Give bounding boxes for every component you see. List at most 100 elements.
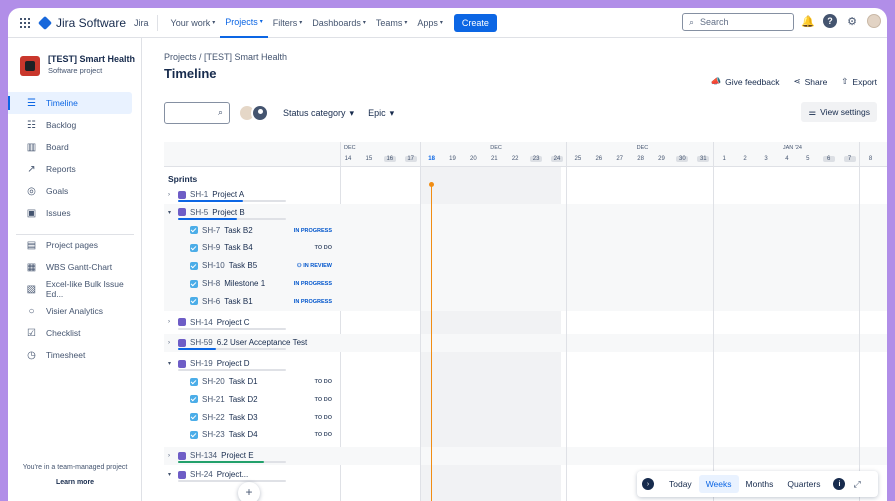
task-row[interactable]: SH-23 Task D4 TO DO bbox=[164, 426, 887, 444]
share-button[interactable]: ⋖ Share bbox=[793, 76, 827, 87]
chevron-down-icon[interactable]: ▾ bbox=[168, 360, 174, 367]
issue-key[interactable]: SH-6 bbox=[202, 297, 220, 306]
sidebar-item-visier-analytics[interactable]: ○ Visier Analytics bbox=[8, 300, 142, 322]
chevron-right-icon[interactable]: › bbox=[168, 319, 174, 325]
zoom-months-button[interactable]: Months bbox=[739, 475, 781, 493]
view-settings-button[interactable]: ⚌ View settings bbox=[801, 102, 877, 122]
issue-name[interactable]: Task B5 bbox=[229, 261, 257, 270]
issue-key[interactable]: SH-1 bbox=[190, 190, 208, 199]
give-feedback-button[interactable]: 📣 Give feedback bbox=[711, 76, 780, 87]
issue-key[interactable]: SH-20 bbox=[202, 377, 225, 386]
chevron-right-icon[interactable]: › bbox=[168, 192, 174, 198]
issue-name[interactable]: Project C bbox=[217, 318, 250, 327]
chevron-right-icon[interactable]: › bbox=[168, 340, 174, 346]
chevron-down-icon[interactable]: ▾ bbox=[168, 471, 174, 478]
user-avatar[interactable] bbox=[867, 14, 881, 28]
zoom-today-button[interactable]: Today bbox=[662, 475, 699, 493]
issue-name[interactable]: Project A bbox=[212, 190, 244, 199]
epic-filter[interactable]: Epic ▾ bbox=[368, 108, 394, 119]
create-button[interactable]: Create bbox=[453, 13, 497, 32]
sidebar-item-issues[interactable]: ▣ Issues bbox=[8, 202, 142, 224]
sidebar-item-board[interactable]: ▥ Board bbox=[8, 136, 142, 158]
jira-logo[interactable]: Jira Software Jira bbox=[37, 15, 149, 30]
task-row[interactable]: SH-20 Task D1 TO DO bbox=[164, 373, 887, 391]
learn-more-link[interactable]: Learn more bbox=[8, 479, 142, 486]
add-item-button[interactable]: + bbox=[238, 482, 260, 501]
app-switcher-icon[interactable] bbox=[20, 17, 30, 28]
sidebar-item-excel-like-bulk-issue-ed[interactable]: ▧ Excel-like Bulk Issue Ed... bbox=[8, 278, 142, 300]
issue-name[interactable]: Task D3 bbox=[229, 413, 258, 422]
task-row[interactable]: SH-6 Task B1 IN PROGRESS bbox=[164, 292, 887, 311]
avatar[interactable] bbox=[251, 104, 269, 122]
nav-apps[interactable]: Apps ▾ bbox=[412, 8, 448, 38]
issue-key[interactable]: SH-21 bbox=[202, 395, 225, 404]
zoom-quarters-button[interactable]: Quarters bbox=[780, 475, 827, 493]
status-category-filter[interactable]: Status category ▾ bbox=[283, 108, 354, 119]
issue-key[interactable]: SH-10 bbox=[202, 261, 225, 270]
task-row[interactable]: SH-10 Task B5 ⚇ IN REVIEW bbox=[164, 257, 887, 276]
issue-name[interactable]: Task B1 bbox=[224, 297, 252, 306]
nav-teams[interactable]: Teams ▾ bbox=[371, 8, 413, 38]
nav-filters[interactable]: Filters ▾ bbox=[268, 8, 308, 38]
chevron-down-icon[interactable]: ▾ bbox=[168, 209, 174, 216]
epic-row[interactable]: ▾ SH-19 Project D bbox=[164, 355, 887, 373]
nav-your-work[interactable]: Your work ▾ bbox=[166, 8, 221, 38]
project-header[interactable]: [TEST] Smart Health Software project bbox=[20, 54, 135, 76]
sidebar-item-project-pages[interactable]: ▤ Project pages bbox=[8, 234, 142, 256]
issue-name[interactable]: Task D2 bbox=[229, 395, 258, 404]
navigate-icon[interactable]: › bbox=[642, 478, 654, 490]
chevron-right-icon[interactable]: › bbox=[168, 453, 174, 459]
search-input[interactable]: ⌕ Search bbox=[682, 13, 794, 31]
issue-key[interactable]: SH-23 bbox=[202, 430, 225, 439]
issue-key[interactable]: SH-24 bbox=[190, 470, 213, 479]
issue-key[interactable]: SH-22 bbox=[202, 413, 225, 422]
issue-key[interactable]: SH-5 bbox=[190, 208, 208, 217]
sidebar-item-backlog[interactable]: ☷ Backlog bbox=[8, 114, 142, 136]
sidebar-item-goals[interactable]: ◎ Goals bbox=[8, 180, 142, 202]
issue-name[interactable]: Project... bbox=[217, 470, 249, 479]
nav-dashboards[interactable]: Dashboards ▾ bbox=[307, 8, 371, 38]
notifications-icon[interactable]: 🔔 bbox=[801, 14, 815, 28]
sidebar-item-wbs-gantt-chart[interactable]: ▦ WBS Gantt-Chart bbox=[8, 256, 142, 278]
task-row[interactable]: SH-7 Task B2 IN PROGRESS bbox=[164, 221, 887, 240]
info-icon[interactable]: i bbox=[833, 478, 846, 490]
issue-key[interactable]: SH-134 bbox=[190, 451, 217, 460]
sidebar-item-timesheet[interactable]: ◷ Timesheet bbox=[8, 344, 142, 366]
issue-name[interactable]: Project B bbox=[212, 208, 244, 217]
issue-key[interactable]: SH-19 bbox=[190, 359, 213, 368]
epic-row[interactable]: › SH-14 Project C bbox=[164, 314, 887, 332]
epic-row[interactable]: › SH-1 Project A bbox=[164, 186, 887, 204]
issue-key[interactable]: SH-9 bbox=[202, 243, 220, 252]
task-row[interactable]: SH-22 Task D3 TO DO bbox=[164, 409, 887, 427]
issue-key[interactable]: SH-59 bbox=[190, 338, 213, 347]
task-row[interactable]: SH-9 Task B4 TO DO bbox=[164, 239, 887, 258]
sidebar-item-timeline[interactable]: ☰ Timeline bbox=[8, 92, 132, 114]
task-row[interactable]: SH-8 Milestone 1 IN PROGRESS bbox=[164, 275, 887, 293]
breadcrumb[interactable]: Projects / [TEST] Smart Health bbox=[164, 52, 287, 62]
epic-row[interactable]: › SH-59 6.2 User Acceptance Test bbox=[164, 334, 887, 353]
timeline-search-input[interactable]: ⌕ bbox=[164, 102, 230, 124]
sidebar-item-reports[interactable]: ↗ Reports bbox=[8, 158, 142, 180]
issue-name[interactable]: Project E bbox=[221, 451, 253, 460]
assignee-filter[interactable] bbox=[238, 104, 269, 122]
sidebar-item-checklist[interactable]: ☑ Checklist bbox=[8, 322, 142, 344]
settings-gear-icon[interactable]: ⚙ bbox=[845, 14, 859, 28]
fullscreen-icon[interactable]: ⤢ bbox=[853, 479, 860, 490]
issue-name[interactable]: Task D4 bbox=[229, 430, 258, 439]
help-icon[interactable]: ? bbox=[823, 14, 837, 28]
issue-name[interactable]: Task B2 bbox=[224, 226, 252, 235]
issue-name[interactable]: Task D1 bbox=[229, 377, 258, 386]
issue-key[interactable]: SH-8 bbox=[202, 279, 220, 288]
issue-key[interactable]: SH-14 bbox=[190, 318, 213, 327]
nav-projects[interactable]: Projects ▾ bbox=[220, 8, 268, 38]
epic-row[interactable]: › SH-134 Project E bbox=[164, 447, 887, 466]
issue-name[interactable]: 6.2 User Acceptance Test bbox=[217, 338, 308, 347]
issue-name[interactable]: Project D bbox=[217, 359, 250, 368]
issue-name[interactable]: Milestone 1 bbox=[224, 279, 265, 288]
task-row[interactable]: SH-21 Task D2 TO DO bbox=[164, 391, 887, 409]
zoom-weeks-button[interactable]: Weeks bbox=[698, 475, 739, 493]
export-button[interactable]: ⇧ Export bbox=[841, 76, 877, 87]
epic-row[interactable]: ▾ SH-5 Project B bbox=[164, 203, 887, 222]
issue-key[interactable]: SH-7 bbox=[202, 226, 220, 235]
issue-name[interactable]: Task B4 bbox=[224, 243, 252, 252]
